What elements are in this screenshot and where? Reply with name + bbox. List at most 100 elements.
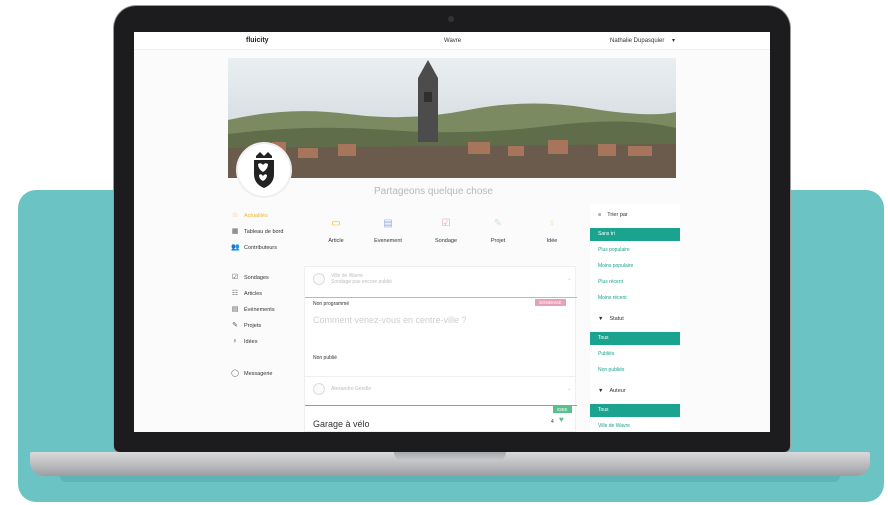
poll-post-card[interactable]: Ville de Wavre Sondage pas encore publié… (304, 266, 577, 386)
poll-icon: ☑ (441, 218, 451, 229)
user-menu-name[interactable]: Nathalie Dupasquier (610, 38, 664, 44)
users-icon: 👥 (231, 244, 240, 251)
pencil-icon: ✎ (493, 218, 503, 229)
city-name: Wavre (444, 38, 462, 44)
city-crest (238, 144, 290, 196)
sidebar-item-label: Tableau de bord (244, 229, 284, 235)
article-icon: ▭ (331, 218, 341, 229)
share-something-prompt[interactable]: Partageons quelque chose (374, 186, 493, 197)
laptop-base (30, 452, 870, 476)
sidebar-item-label: Messagerie (244, 371, 273, 377)
sidebar-item-label: Projets (244, 323, 262, 329)
post-type-badge: IDEE (553, 406, 572, 413)
laptop-shadow (60, 476, 840, 482)
article-icon: ☷ (231, 290, 239, 297)
idea-vote-count: 4 (551, 419, 554, 425)
sidebar-item-label: Sondages (244, 275, 269, 281)
action-label: Idée (546, 238, 558, 244)
filter-icon: ▼ (598, 388, 604, 394)
action-label: Projet (490, 238, 506, 244)
filter-icon: ▼ (598, 316, 604, 322)
author-option[interactable]: Ville de Wavre (590, 420, 680, 432)
chevron-down-icon[interactable]: ⌄ (567, 275, 572, 282)
coat-of-arms-icon (254, 152, 274, 188)
sort-icon: ≡ (598, 212, 602, 218)
filter-title: Statut (609, 316, 624, 322)
sidebar-item-projets[interactable]: ✎ Projets (231, 322, 261, 330)
sidebar-item-sondages[interactable]: ☑ Sondages (231, 274, 269, 282)
top-navigation-bar: fluicity Wavre Nathalie Dupasquier ▾ (134, 32, 770, 50)
sidebar-item-actualites[interactable]: ☆ Actualités (231, 212, 268, 220)
filters-panel: ≡ Trier par Sans tri Plus populaire Moin… (590, 204, 680, 432)
status-option[interactable]: Publiés (590, 348, 680, 361)
sidebar-item-label: Idées (244, 339, 258, 345)
chat-icon: ◯ (231, 370, 239, 377)
dashboard-icon: ▦ (231, 228, 239, 235)
author-option[interactable]: Tous (590, 404, 680, 417)
publication-status: Non publié (313, 355, 337, 361)
action-label: Evenement (374, 238, 402, 244)
create-event-button[interactable]: ▤ Evenement (366, 218, 410, 244)
sort-option[interactable]: Plus récent (590, 276, 680, 289)
laptop-lid: fluicity Wavre Nathalie Dupasquier ▾ Par… (114, 6, 790, 452)
sidebar-item-label: Actualités (244, 213, 268, 219)
sidebar-item-evenements[interactable]: ▤ Événements (231, 306, 275, 314)
fluicity-logo[interactable]: fluicity (246, 37, 269, 44)
avatar (313, 273, 325, 285)
idea-status-line (305, 405, 577, 406)
poll-icon: ☑ (231, 274, 239, 281)
sort-option[interactable]: Sans tri (590, 228, 680, 241)
star-icon: ☆ (231, 212, 239, 219)
sort-option[interactable]: Moins récent (590, 292, 680, 305)
post-type-badge: SONDAGE (535, 299, 566, 306)
create-poll-button[interactable]: ☑ Sondage (424, 218, 468, 244)
action-label: Sondage (434, 238, 458, 244)
idea-title[interactable]: Garage à vélo (313, 419, 370, 429)
create-idea-button[interactable]: ♀ Idée (530, 218, 574, 244)
status-filter-header: ▼ Statut (598, 316, 624, 322)
sidebar-item-contributeurs[interactable]: 👥 Contributeurs (231, 244, 277, 252)
create-actions-row: ▭ Article ▤ Evenement ☑ Sondage ✎ Projet… (312, 218, 570, 258)
post-author-name[interactable]: Alexandre Gerelle (331, 386, 371, 392)
sort-option[interactable]: Plus populaire (590, 244, 680, 257)
post-state-label: Non programmé (313, 301, 350, 307)
action-label: Article (328, 238, 344, 244)
pencil-icon: ✎ (232, 322, 238, 329)
create-article-button[interactable]: ▭ Article (314, 218, 358, 244)
webcam-dot (448, 16, 454, 22)
poll-status-line (305, 297, 577, 298)
laptop-screen: fluicity Wavre Nathalie Dupasquier ▾ Par… (134, 32, 770, 432)
poll-question[interactable]: Comment venez-vous en centre-ville ? (313, 315, 467, 325)
avatar (313, 383, 325, 395)
sidebar-item-label: Événements (244, 307, 275, 313)
sidebar-item-tableau-de-bord[interactable]: ▦ Tableau de bord (231, 228, 284, 236)
status-option[interactable]: Tous (590, 332, 680, 345)
idea-post-card[interactable]: Alexandre Gerelle ⌄ IDEE Garage à vélo 4… (304, 376, 577, 432)
sidebar-item-articles[interactable]: ☷ Articles (231, 290, 262, 298)
chevron-down-icon[interactable]: ⌄ (567, 385, 572, 392)
sidebar-item-label: Articles (244, 291, 263, 297)
laptop-base-notch (394, 452, 506, 461)
status-option[interactable]: Non publiés (590, 364, 680, 377)
thumbs-up-icon[interactable]: ♥ (559, 415, 564, 424)
post-author-header: Ville de Wavre Sondage pas encore publié (313, 273, 392, 285)
post-author-header: Alexandre Gerelle (313, 383, 371, 395)
create-project-button[interactable]: ✎ Projet (476, 218, 520, 244)
filter-title: Auteur (609, 388, 626, 394)
sort-filter-header: ≡ Trier par (598, 212, 628, 218)
sidebar-item-label: Contributeurs (244, 245, 278, 251)
filter-title: Trier par (607, 212, 628, 218)
calendar-icon: ▤ (383, 218, 393, 229)
post-subtitle: Sondage pas encore publié (331, 279, 392, 285)
sidebar-item-idees[interactable]: ♀ Idées (231, 338, 257, 346)
author-filter-header: ▼ Auteur (598, 388, 626, 394)
city-banner-image (228, 58, 676, 178)
caret-down-icon[interactable]: ▾ (672, 37, 675, 44)
sidebar-item-messagerie[interactable]: ◯ Messagerie (231, 370, 272, 378)
bulb-icon: ♀ (548, 218, 556, 229)
calendar-icon: ▤ (231, 306, 239, 313)
bulb-icon: ♀ (232, 338, 238, 345)
town-panorama-icon (228, 58, 676, 178)
sort-option[interactable]: Moins populaire (590, 260, 680, 273)
marketing-stage: fluicity Wavre Nathalie Dupasquier ▾ Par… (0, 0, 888, 505)
